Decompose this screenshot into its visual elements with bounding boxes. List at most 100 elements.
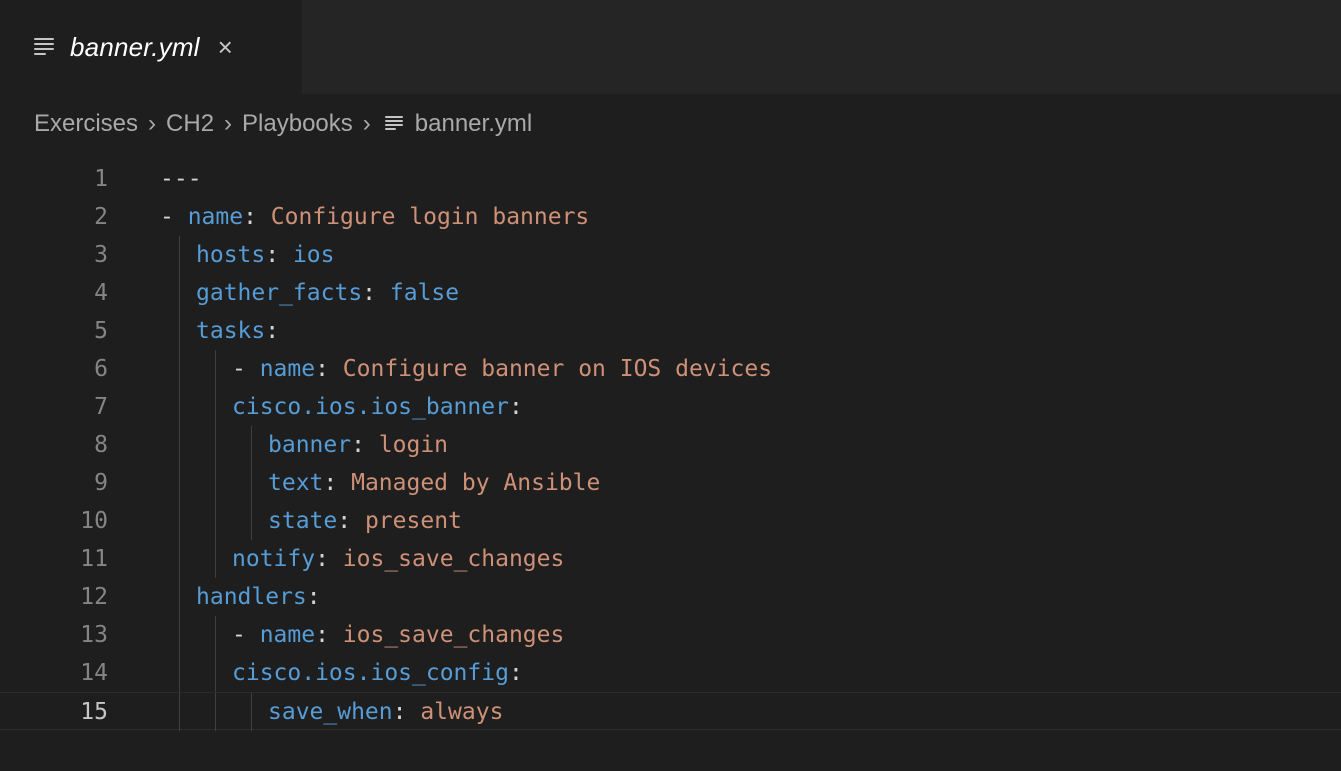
code-line[interactable]: 9 text: Managed by Ansible: [0, 464, 1341, 502]
yaml-punctuation: :: [265, 318, 280, 344]
chevron-right-icon: ›: [224, 110, 233, 137]
line-number: 11: [80, 546, 108, 572]
indent-guide: [215, 616, 216, 654]
indent-guide: [215, 502, 216, 540]
line-number: 12: [80, 584, 108, 610]
indent-guide: [179, 350, 180, 388]
yaml-key: gather_facts: [196, 280, 363, 306]
code-line[interactable]: 10 state: present: [0, 502, 1341, 540]
code-line[interactable]: 11 notify: ios_save_changes: [0, 540, 1341, 578]
yaml-punctuation: :: [315, 356, 343, 382]
yaml-punctuation: :: [323, 470, 352, 496]
line-number: 4: [94, 280, 108, 306]
yaml-key: hosts: [196, 242, 266, 268]
line-number: 14: [80, 660, 108, 686]
code-line[interactable]: 8 banner: login: [0, 426, 1341, 464]
yaml-punctuation: :: [306, 584, 321, 610]
indent-guide: [251, 693, 252, 731]
line-number: 7: [94, 394, 108, 420]
code-line[interactable]: 3 hosts: ios: [0, 236, 1341, 274]
yaml-key: handlers: [196, 584, 307, 610]
code-text: state: present: [268, 502, 462, 540]
yaml-punctuation: :: [508, 394, 523, 420]
code-line[interactable]: 5 tasks:: [0, 312, 1341, 350]
yaml-punctuation: -: [232, 622, 260, 648]
file-lines-icon: [34, 38, 54, 56]
yaml-punctuation: :: [351, 432, 379, 458]
line-number: 6: [94, 356, 108, 382]
indent-guide: [215, 388, 216, 426]
code-line[interactable]: 14 cisco.ios.ios_config:: [0, 654, 1341, 692]
line-number: 13: [80, 622, 108, 648]
yaml-key: state: [268, 508, 338, 534]
indent-guide: [179, 274, 180, 312]
line-number: 9: [94, 470, 108, 496]
yaml-key: ios: [292, 242, 335, 268]
code-line[interactable]: 13 - name: ios_save_changes: [0, 616, 1341, 654]
line-number: 5: [94, 318, 108, 344]
yaml-key: banner: [268, 432, 352, 458]
code-text: banner: login: [268, 426, 448, 464]
code-line[interactable]: 12 handlers:: [0, 578, 1341, 616]
indent-guide: [179, 312, 180, 350]
code-text: text: Managed by Ansible: [268, 464, 600, 502]
indent-guide: [215, 426, 216, 464]
file-lines-icon: [384, 116, 403, 132]
yaml-key: text: [268, 470, 324, 496]
code-text: hosts: ios: [196, 236, 335, 274]
indent-guide: [179, 236, 180, 274]
indent-guide: [179, 578, 180, 616]
breadcrumb-file-label: banner.yml: [414, 110, 533, 137]
yaml-punctuation: -: [160, 204, 188, 230]
code-line[interactable]: 7 cisco.ios.ios_banner:: [0, 388, 1341, 426]
code-area[interactable]: 1 --- 2- name: Configure login banners 3 hos…: [0, 160, 1341, 771]
code-text: - name: ios_save_changes: [232, 616, 564, 654]
yaml-key: name: [259, 622, 316, 648]
line-number: 3: [94, 242, 108, 268]
indent-guide: [215, 464, 216, 502]
yaml-key: cisco.ios.ios_config: [232, 660, 509, 686]
indent-guide: [179, 502, 180, 540]
yaml-value: always: [420, 699, 504, 725]
tab-bar: banner.yml ×: [0, 0, 1341, 94]
close-icon[interactable]: ×: [218, 34, 233, 60]
code-text: handlers:: [196, 578, 321, 616]
breadcrumb-item-ch2[interactable]: CH2: [166, 110, 214, 138]
yaml-key: name: [187, 204, 244, 230]
line-number: 2: [94, 204, 108, 230]
yaml-value: present: [364, 508, 462, 534]
breadcrumb-item-playbooks[interactable]: Playbooks: [242, 110, 353, 138]
yaml-punctuation: :: [362, 280, 390, 306]
chevron-right-icon: ›: [148, 110, 157, 137]
yaml-punctuation: -: [232, 356, 260, 382]
code-text: - name: Configure login banners: [160, 198, 589, 236]
code-line[interactable]: 6 - name: Configure banner on IOS devices: [0, 350, 1341, 388]
yaml-value: Configure banner on IOS devices: [342, 356, 773, 382]
indent-guide: [179, 654, 180, 692]
breadcrumb-item-exercises[interactable]: Exercises: [34, 110, 138, 138]
breadcrumb-item-file[interactable]: banner.yml: [381, 110, 532, 138]
yaml-punctuation: :: [243, 204, 271, 230]
tab-banner-yml[interactable]: banner.yml ×: [0, 0, 302, 94]
code-text: - name: Configure banner on IOS devices: [232, 350, 772, 388]
indent-guide: [179, 540, 180, 578]
yaml-value: ios_save_changes: [342, 546, 565, 572]
yaml-punctuation: :: [392, 699, 421, 725]
line-number: 8: [94, 432, 108, 458]
line-number: 10: [80, 508, 108, 534]
code-line[interactable]: 2 - name: Configure login banners: [0, 198, 1341, 236]
code-line[interactable]: 4 gather_facts: false: [0, 274, 1341, 312]
indent-guide: [179, 426, 180, 464]
yaml-value: Managed by Ansible: [351, 470, 601, 496]
tab-label: banner.yml: [70, 31, 200, 62]
code-text: cisco.ios.ios_config:: [232, 654, 523, 692]
indent-guide: [179, 616, 180, 654]
line-number: 1: [94, 166, 108, 192]
code-line[interactable]: 15 save_when: always: [0, 692, 1341, 731]
code-line[interactable]: 1 ---: [0, 160, 1341, 198]
yaml-key: name: [259, 356, 316, 382]
code-text: ---: [160, 160, 202, 198]
yaml-value: Configure login banners: [270, 204, 590, 230]
indent-guide: [215, 350, 216, 388]
yaml-punctuation: :: [315, 546, 343, 572]
